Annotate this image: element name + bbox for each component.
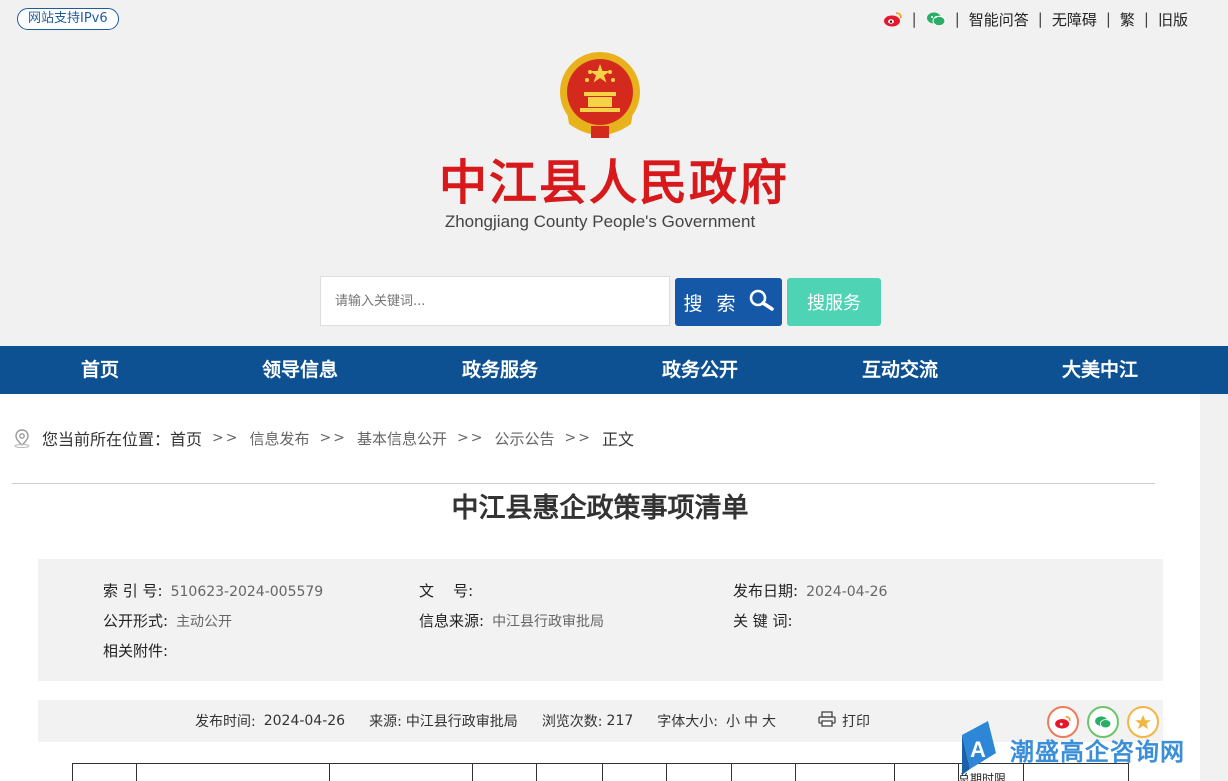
breadcrumb-separator: >> [212,430,240,446]
divider: | [1143,10,1149,28]
breadcrumb-notices[interactable]: 公示公告 [494,428,554,449]
meta-date-value: 2024-04-26 [806,584,888,600]
meta-date: 发布日期: 2024-04-26 [733,580,887,601]
infobar-views-label: 浏览次数: [541,714,603,730]
meta-attach-label: 相关附件: [103,642,169,660]
nav-item-services[interactable]: 政务服务 [400,346,600,394]
watermark-logo-icon: A [958,717,1002,781]
meta-index-value: 510623-2024-005579 [170,584,324,600]
meta-index-label: 索 引 号: [103,582,163,600]
breadcrumb-separator: >> [564,430,592,446]
nav-item-zhongjiang[interactable]: 大美中江 [1000,346,1200,394]
weibo-icon[interactable] [883,11,903,27]
main-nav: 首页 领导信息 政务服务 政务公开 互动交流 大美中江 [0,346,1228,394]
breadcrumb-info-release[interactable]: 信息发布 [250,428,310,449]
national-emblem-icon [557,50,643,142]
meta-box: 索 引 号: 510623-2024-005579 文 号: 发布日期: 202… [38,559,1163,681]
nav-item-home[interactable]: 首页 [0,346,200,394]
link-traditional[interactable]: 繁 [1120,9,1135,30]
font-medium-button[interactable]: 中 [744,711,758,731]
divider: | [954,10,960,28]
search-icon [748,289,774,316]
svg-text:A: A [970,737,986,762]
link-old-version[interactable]: 旧版 [1158,9,1188,30]
meta-doc-label: 文 号: [419,582,474,600]
breadcrumb-basic-info[interactable]: 基本信息公开 [357,428,447,449]
divider: | [1105,10,1111,28]
link-accessibility[interactable]: 无障碍 [1052,9,1097,30]
meta-source: 信息来源: 中江县行政审批局 [419,610,604,631]
font-small-button[interactable]: 小 [726,711,740,731]
search-button[interactable]: 搜 索 [675,278,782,326]
infobar-source-label: 来源: [369,714,402,730]
meta-date-label: 发布日期: [733,582,799,600]
site-subtitle: Zhongjiang County People's Government [444,212,756,231]
divider: | [911,10,917,28]
search-input[interactable] [320,276,670,326]
scrollbar[interactable] [1200,394,1228,781]
print-button[interactable]: 打印 [818,711,870,731]
meta-doc-number: 文 号: [419,580,481,601]
divider [12,483,1155,484]
print-label: 打印 [841,714,870,730]
top-links: | | 智能问答 | 无障碍 | 繁 | 旧版 [883,8,1188,30]
nav-item-open-affairs[interactable]: 政务公开 [600,346,800,394]
location-pin-icon [12,428,32,448]
meta-form: 公开形式: 主动公开 [103,610,232,631]
breadcrumb-home[interactable]: 首页 [170,426,202,450]
infobar-views-value: 217 [606,713,634,729]
meta-form-value: 主动公开 [176,614,233,630]
divider: | [1037,10,1043,28]
infobar-time-label: 发布时间: [195,714,256,730]
breadcrumb-prefix: 您当前所在位置： [42,430,171,449]
meta-source-value: 中江县行政审批局 [492,614,605,630]
nav-item-interaction[interactable]: 互动交流 [800,346,1000,394]
site-title: 中江县人民政府 [438,155,789,211]
breadcrumb: 您当前所在位置： 首页 >> 信息发布 >> 基本信息公开 >> 公示公告 >>… [12,426,634,450]
infobar-source-value: 中江县行政审批局 [405,714,518,730]
article-title: 中江县惠企政策事项清单 [451,493,749,524]
nav-item-leaders[interactable]: 领导信息 [200,346,400,394]
meta-keywords: 关 键 词: [733,610,801,631]
breadcrumb-current: 正文 [601,430,634,449]
search-button-label: 搜 索 [683,292,740,315]
link-smart-qa[interactable]: 智能问答 [969,9,1029,30]
font-large-button[interactable]: 大 [762,711,776,731]
watermark: A 潮盛高企咨询网 [958,717,1185,781]
printer-icon [818,711,836,731]
meta-index: 索 引 号: 510623-2024-005579 [103,580,323,601]
breadcrumb-separator: >> [457,430,485,446]
ipv6-badge: 网站支持IPv6 [17,8,119,30]
watermark-text: 潮盛高企咨询网 [1010,736,1185,766]
breadcrumb-separator: >> [319,430,347,446]
meta-keyword-label: 关 键 词: [733,612,793,630]
meta-source-label: 信息来源: [419,612,485,630]
infobar-fontsize-label: 字体大小: [657,714,718,730]
meta-attachments: 相关附件: [103,640,168,661]
service-search-button[interactable]: 搜服务 [787,278,881,326]
meta-form-label: 公开形式: [103,612,169,630]
wechat-icon[interactable] [926,11,946,27]
infobar-time-value: 2024-04-26 [263,713,346,729]
